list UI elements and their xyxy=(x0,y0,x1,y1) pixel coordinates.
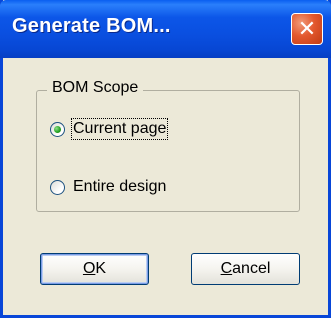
title-bar[interactable]: Generate BOM... ✕ xyxy=(0,0,331,58)
radio-button-checked[interactable] xyxy=(50,121,65,137)
radio-button-unchecked[interactable] xyxy=(50,179,65,195)
ok-button[interactable]: OK xyxy=(40,253,149,285)
radio-current-page-label[interactable]: Current page xyxy=(70,118,169,140)
ok-mnemonic: O xyxy=(82,260,96,277)
bom-scope-legend: BOM Scope xyxy=(47,79,144,97)
radio-entire-design-label[interactable]: Entire design xyxy=(73,178,166,196)
ok-label-rest: K xyxy=(95,260,107,277)
radio-entire-design[interactable]: Entire design xyxy=(50,178,166,196)
cancel-label-rest: ancel xyxy=(232,260,271,277)
generate-bom-dialog: Generate BOM... ✕ BOM Scope Current page… xyxy=(0,0,331,318)
close-icon: ✕ xyxy=(297,16,317,42)
dialog-title: Generate BOM... xyxy=(12,15,171,37)
close-button[interactable]: ✕ xyxy=(291,13,323,45)
radio-dot-icon xyxy=(54,125,61,133)
cancel-button[interactable]: Cancel xyxy=(191,253,300,285)
cancel-mnemonic: C xyxy=(220,260,233,277)
radio-current-page[interactable]: Current page xyxy=(50,118,169,140)
